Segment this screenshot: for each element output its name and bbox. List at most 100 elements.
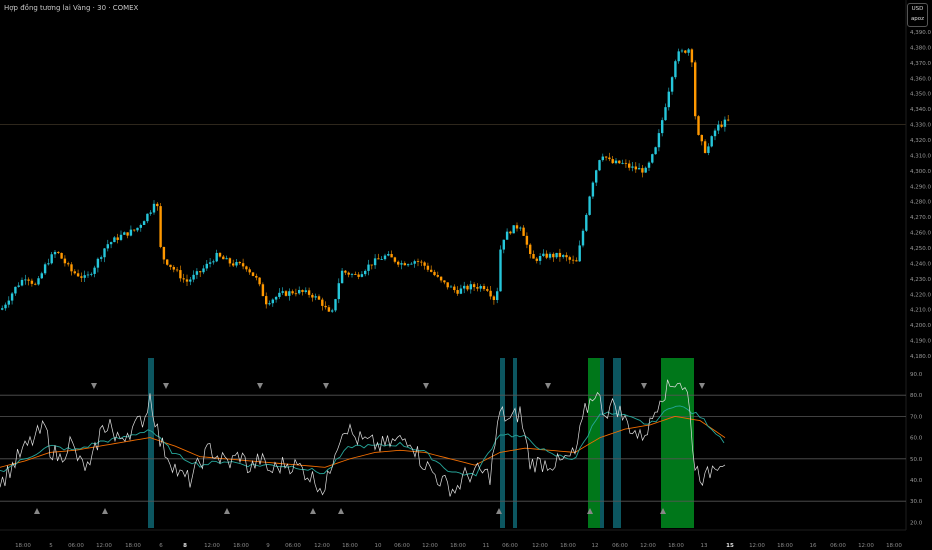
candle <box>439 276 443 283</box>
time-tick-label: 8 <box>183 543 187 549</box>
candle-body <box>57 251 60 253</box>
candle-body <box>364 270 367 275</box>
candle-body <box>614 160 618 164</box>
candle-body <box>139 224 142 228</box>
candle <box>697 115 700 136</box>
candle <box>113 236 116 243</box>
candle <box>423 261 426 270</box>
candle-body <box>166 259 169 265</box>
time-tick-label: 18:00 <box>668 543 684 549</box>
price-tick-label: 4,380.0 <box>910 45 931 51</box>
candle-body <box>562 255 565 257</box>
candle-body <box>591 182 595 197</box>
candle-body <box>670 77 674 92</box>
candle-body <box>532 254 535 259</box>
sell-marker-icon <box>699 383 705 389</box>
candle <box>350 272 354 278</box>
candle <box>373 254 377 269</box>
candle-body <box>67 263 70 265</box>
candle <box>142 220 146 226</box>
candle-body <box>149 212 152 214</box>
candle-body <box>677 51 680 62</box>
candle-body <box>360 274 364 277</box>
price-tick-label: 4,270.0 <box>910 215 931 221</box>
candle-body <box>548 253 552 258</box>
candle <box>37 276 40 286</box>
candle <box>604 156 608 161</box>
candle-body <box>116 237 119 240</box>
candle <box>248 267 251 275</box>
candle <box>565 252 568 262</box>
candle <box>575 257 578 262</box>
currency-badge[interactable]: USD apoz <box>907 3 928 27</box>
candle <box>482 283 486 291</box>
candle <box>661 117 664 137</box>
candle-body <box>40 273 43 279</box>
candle <box>208 257 212 268</box>
candle-body <box>265 296 268 305</box>
candle <box>27 277 30 286</box>
candle-body <box>641 168 644 173</box>
candle <box>545 250 548 260</box>
time-tick-label: 18:00 <box>15 543 31 549</box>
candle-body <box>7 300 10 305</box>
candle <box>235 259 238 268</box>
price-tick-label: 4,190.0 <box>910 339 931 345</box>
candle <box>327 305 331 313</box>
candle <box>317 294 321 301</box>
candle-body <box>235 262 238 266</box>
candle-body <box>713 130 717 137</box>
candle <box>90 272 93 277</box>
candle-body <box>241 263 245 267</box>
candle-body <box>119 234 123 240</box>
candle-body <box>697 116 700 135</box>
candle-body <box>519 227 522 229</box>
buy-marker-icon <box>34 508 40 514</box>
candle <box>486 286 489 292</box>
candle-body <box>159 206 162 247</box>
candle <box>119 230 123 242</box>
candle <box>654 146 657 155</box>
candle <box>370 264 373 270</box>
candle <box>664 103 667 121</box>
candle-body <box>129 229 133 236</box>
candle <box>57 251 60 255</box>
candle-body <box>469 284 472 290</box>
candle <box>710 135 713 148</box>
candle <box>67 261 70 267</box>
candle-body <box>723 119 727 127</box>
candle-body <box>406 264 410 266</box>
candle-body <box>238 262 241 264</box>
time-tick-label: 06:00 <box>285 543 301 549</box>
candle <box>568 255 571 264</box>
price-tick-label: 4,320.0 <box>910 138 931 144</box>
candle <box>73 269 76 275</box>
candle-body <box>43 264 47 274</box>
candle <box>232 259 235 267</box>
candle-body <box>456 290 459 294</box>
candle <box>466 284 469 292</box>
candle <box>159 202 162 249</box>
candle-body <box>466 285 469 290</box>
time-tick-label: 12 <box>592 543 599 549</box>
candle <box>43 262 47 276</box>
candle-body <box>80 276 83 278</box>
candle <box>367 259 370 276</box>
candle-body <box>337 283 340 300</box>
candle <box>169 264 172 270</box>
time-tick-label: 18:00 <box>450 543 466 549</box>
candle-body <box>208 262 212 264</box>
signal-band-green <box>588 358 600 528</box>
candle-body <box>169 264 172 267</box>
candle <box>304 287 307 294</box>
candle-body <box>542 253 545 257</box>
candle <box>271 298 274 307</box>
candle <box>406 263 410 267</box>
candle-body <box>228 258 232 264</box>
candle <box>535 257 538 264</box>
candle-body <box>651 154 654 163</box>
candle <box>522 225 525 237</box>
candle-body <box>294 293 298 295</box>
candle <box>268 300 271 306</box>
candle-body <box>136 227 139 231</box>
